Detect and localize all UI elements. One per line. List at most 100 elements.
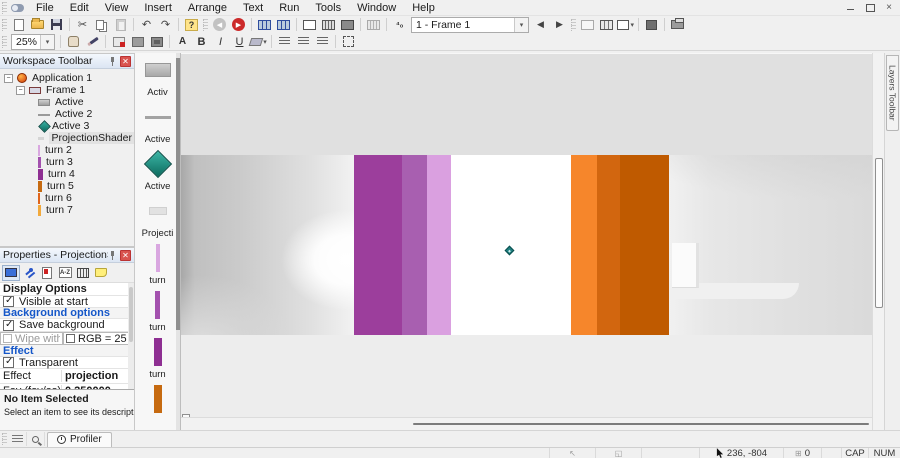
open-button[interactable]	[28, 17, 47, 32]
italic-button[interactable]: I	[211, 34, 230, 49]
draw-button[interactable]	[83, 34, 102, 49]
asset-item-active-2[interactable]: Active	[135, 100, 180, 147]
notes-tab-button[interactable]	[92, 265, 110, 281]
table-tab-button[interactable]	[74, 265, 92, 281]
collapse-icon[interactable]: −	[4, 73, 13, 83]
background-flat-button[interactable]	[128, 34, 147, 49]
paste-button[interactable]	[111, 17, 130, 32]
next-frame-button[interactable]: ▶	[550, 17, 569, 32]
toolbar-gripper-2[interactable]	[203, 18, 208, 31]
fill-square-button[interactable]	[642, 17, 661, 32]
tree-item-turn-3[interactable]: turn 3	[0, 156, 134, 168]
menubar-gripper[interactable]	[2, 1, 7, 14]
print-button[interactable]	[668, 17, 687, 32]
pan-button[interactable]	[64, 34, 83, 49]
wipe-checkbox[interactable]	[3, 334, 12, 343]
grid-tool-button[interactable]	[597, 17, 616, 32]
tree-item-application-1[interactable]: − Application 1	[0, 72, 134, 84]
asset-item-active[interactable]: Activ	[135, 53, 180, 100]
background-inset-button[interactable]	[147, 34, 166, 49]
asset-item-turn-3[interactable]: turn	[135, 288, 180, 335]
shape-tool-button[interactable]: ▾	[616, 17, 635, 32]
pin-icon[interactable]	[108, 250, 117, 260]
asset-item-projectionshader[interactable]: Projecti	[135, 194, 180, 241]
menu-text[interactable]: Text	[235, 1, 271, 15]
menu-edit[interactable]: Edit	[62, 1, 97, 15]
menu-arrange[interactable]: Arrange	[180, 1, 235, 15]
align-right-button[interactable]	[313, 34, 332, 49]
log-list-button[interactable]	[9, 432, 27, 446]
undo-button[interactable]: ↶	[137, 17, 156, 32]
tree-item-active-3[interactable]: Active 3	[0, 119, 134, 133]
asset-scrollbar[interactable]	[176, 53, 180, 430]
menu-view[interactable]: View	[97, 1, 137, 15]
zoom-chevron-down-icon[interactable]: ▾	[40, 34, 54, 49]
asset-item-active-3[interactable]: Active	[135, 147, 180, 194]
save-button[interactable]	[47, 17, 66, 32]
layout-empty-button[interactable]	[300, 17, 319, 32]
close-icon[interactable]: ×	[884, 3, 894, 13]
asset-item-turn-2[interactable]: turn	[135, 241, 180, 288]
fov-value[interactable]: 0.250000	[62, 385, 134, 390]
underline-button[interactable]: U	[230, 34, 249, 49]
vertical-scrollbar[interactable]	[872, 53, 884, 430]
chevron-down-icon[interactable]: ▾	[514, 17, 528, 32]
frame-number-button[interactable]: ⁴ₒ	[390, 17, 409, 32]
scrollbar-thumb[interactable]	[129, 287, 133, 342]
horizontal-scrollbar[interactable]	[181, 417, 872, 430]
layers-toolbar-tab[interactable]: Layers Toolbar	[886, 55, 899, 131]
layout-grid-button[interactable]	[319, 17, 338, 32]
effect-value[interactable]: projection	[62, 370, 134, 382]
previous-frame-button[interactable]: ◀	[531, 17, 550, 32]
properties-scrollbar[interactable]	[128, 283, 134, 389]
minimize-icon[interactable]	[846, 3, 856, 12]
toolbar-gripper-3[interactable]	[571, 18, 576, 31]
copy-button[interactable]	[92, 17, 111, 32]
menu-tools[interactable]: Tools	[307, 1, 349, 15]
redo-button[interactable]: ↷	[156, 17, 175, 32]
layout-filled-button[interactable]	[338, 17, 357, 32]
menu-run[interactable]: Run	[271, 1, 307, 15]
background-image-button[interactable]	[109, 34, 128, 49]
asset-item-turn-5[interactable]	[135, 382, 180, 429]
display-tab-button[interactable]	[2, 264, 20, 281]
menu-help[interactable]: Help	[404, 1, 443, 15]
tree-item-active[interactable]: Active	[0, 96, 134, 108]
sort-tab-button[interactable]	[56, 265, 74, 281]
menu-file[interactable]: File	[28, 1, 62, 15]
align-left-button[interactable]	[275, 34, 294, 49]
crop-button[interactable]	[339, 34, 358, 49]
tree-item-turn-5[interactable]: turn 5	[0, 180, 134, 192]
tree-item-turn-2[interactable]: turn 2	[0, 144, 134, 156]
asset-item-turn-4[interactable]: turn	[135, 335, 180, 382]
table-view-button[interactable]	[255, 17, 274, 32]
tree-item-frame-1[interactable]: − Frame 1	[0, 84, 134, 96]
menu-window[interactable]: Window	[349, 1, 404, 15]
search-button[interactable]	[27, 432, 45, 446]
pin-icon[interactable]	[108, 56, 117, 66]
help-button[interactable]	[182, 17, 201, 32]
new-button[interactable]	[9, 17, 28, 32]
transparent-checkbox[interactable]	[3, 356, 14, 368]
tree-item-projectionshader[interactable]: ProjectionShader	[0, 132, 134, 144]
tree-item-turn-4[interactable]: turn 4	[0, 168, 134, 180]
menu-insert[interactable]: Insert	[136, 1, 180, 15]
frame-selector[interactable]: 1 - Frame 1 ▾	[411, 16, 529, 33]
collapse-icon[interactable]: −	[16, 85, 25, 95]
actions-tab-button[interactable]	[20, 265, 38, 281]
font-button[interactable]: A	[173, 34, 192, 49]
save-background-checkbox[interactable]	[3, 319, 14, 331]
wipe-cell[interactable]: Wipe with co	[0, 332, 63, 345]
rgb-cell[interactable]: RGB = 25	[63, 332, 134, 345]
canvas-viewport[interactable]	[181, 53, 872, 430]
back-button[interactable]: ◀	[210, 17, 229, 32]
scrollbar-thumb[interactable]	[875, 158, 883, 308]
bold-button[interactable]: B	[192, 34, 211, 49]
selection-mode-button[interactable]	[578, 17, 597, 32]
tree-item-active-2[interactable]: Active 2	[0, 108, 134, 120]
restore-icon[interactable]	[865, 3, 875, 12]
tree-item-turn-7[interactable]: turn 7	[0, 204, 134, 216]
visible-at-start-checkbox[interactable]	[3, 295, 14, 307]
align-center-button[interactable]	[294, 34, 313, 49]
bottom-bar-gripper[interactable]	[2, 433, 7, 445]
